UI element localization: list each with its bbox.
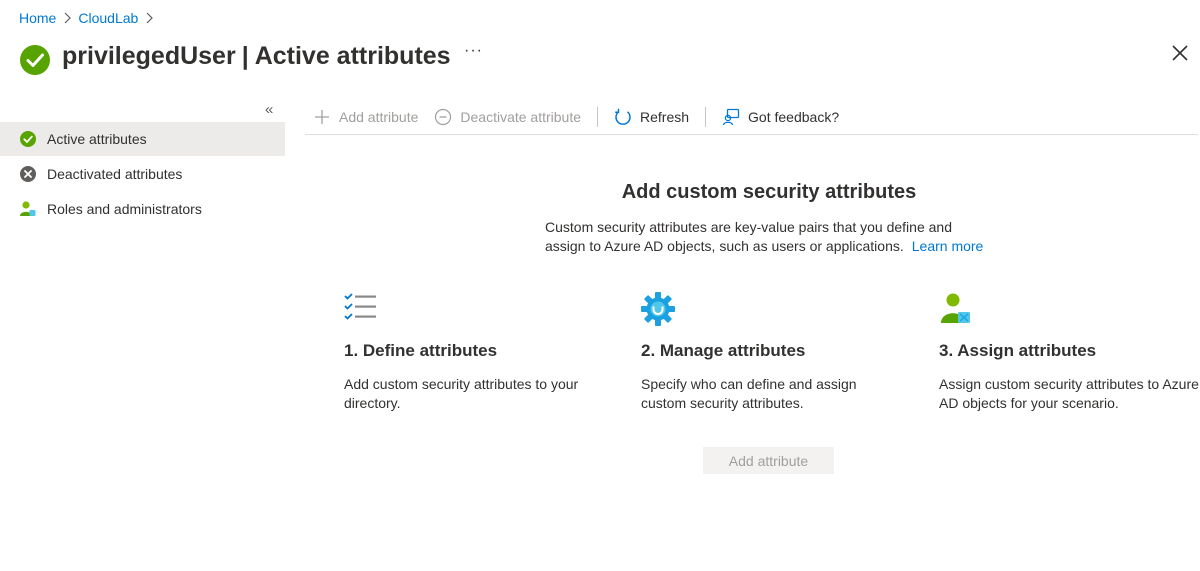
page-title: privilegedUser | Active attributes xyxy=(62,42,451,71)
more-options-button[interactable]: ··· xyxy=(464,42,483,60)
user-admin-icon xyxy=(19,200,37,218)
minus-circle-icon xyxy=(434,108,452,126)
check-circle-icon xyxy=(19,130,37,148)
feedback-icon xyxy=(722,108,740,126)
step-manage-attributes: 2. Manage attributes Specify who can def… xyxy=(641,292,901,413)
checklist-icon xyxy=(344,293,376,320)
step-description: Add custom security attributes to your d… xyxy=(344,376,579,411)
sidebar-item-deactivated-attributes[interactable]: Deactivated attributes xyxy=(0,157,285,191)
title-separator: | xyxy=(241,41,249,70)
page-header: privilegedUser | Active attributes xyxy=(19,36,451,76)
step-title: 1. Define attributes xyxy=(344,341,498,360)
page-title-section: Active attributes xyxy=(254,41,451,70)
chevron-right-icon xyxy=(145,12,154,24)
command-toolbar: Add attribute Deactivate attribute Refre… xyxy=(305,100,1198,135)
toolbar-divider xyxy=(597,107,599,127)
refresh-label: Refresh xyxy=(640,109,690,125)
deactivate-attribute-button[interactable]: Deactivate attribute xyxy=(426,101,589,133)
sidebar-item-active-attributes[interactable]: Active attributes xyxy=(0,122,285,156)
learn-more-link[interactable]: Learn more xyxy=(912,238,984,254)
close-icon[interactable] xyxy=(1170,43,1190,63)
refresh-icon xyxy=(614,108,632,126)
step-description: Specify who can define and assign custom… xyxy=(641,376,857,411)
toolbar-divider xyxy=(705,107,707,127)
collapse-sidebar-button[interactable]: « xyxy=(265,101,273,118)
sidebar-item-roles-administrators[interactable]: Roles and administrators xyxy=(0,192,285,226)
gear-icon xyxy=(641,292,675,326)
page-title-user: privilegedUser xyxy=(62,41,236,70)
feedback-button[interactable]: Got feedback? xyxy=(714,101,847,133)
feedback-label: Got feedback? xyxy=(748,109,840,125)
plus-icon xyxy=(313,108,331,126)
deactivate-attribute-label: Deactivate attribute xyxy=(460,109,582,125)
refresh-button[interactable]: Refresh xyxy=(606,101,697,133)
add-attribute-toolbar-button[interactable]: Add attribute xyxy=(305,101,426,133)
success-check-icon xyxy=(20,45,50,75)
sidebar-item-label: Deactivated attributes xyxy=(47,166,183,182)
empty-state-description: Custom security attributes are key-value… xyxy=(545,218,995,256)
empty-state-description-text: Custom security attributes are key-value… xyxy=(545,219,952,254)
chevron-right-icon xyxy=(63,12,72,24)
step-title: 2. Manage attributes xyxy=(641,341,806,360)
empty-state-title: Add custom security attributes xyxy=(621,181,917,203)
breadcrumb-home[interactable]: Home xyxy=(19,10,56,26)
breadcrumb-cloudlab[interactable]: CloudLab xyxy=(78,10,138,26)
breadcrumb: Home CloudLab xyxy=(19,9,160,27)
user-assign-icon xyxy=(941,293,970,323)
step-define-attributes: 1. Define attributes Add custom security… xyxy=(344,292,604,413)
step-assign-attributes: 3. Assign attributes Assign custom secur… xyxy=(939,292,1199,413)
x-circle-icon xyxy=(19,165,37,183)
step-description: Assign custom security attributes to Azu… xyxy=(939,376,1199,411)
add-attribute-label: Add attribute xyxy=(339,109,419,125)
sidebar-item-label: Active attributes xyxy=(47,131,147,147)
step-title: 3. Assign attributes xyxy=(939,341,1097,360)
add-attribute-button[interactable]: Add attribute xyxy=(703,447,834,474)
sidebar-item-label: Roles and administrators xyxy=(47,201,202,217)
